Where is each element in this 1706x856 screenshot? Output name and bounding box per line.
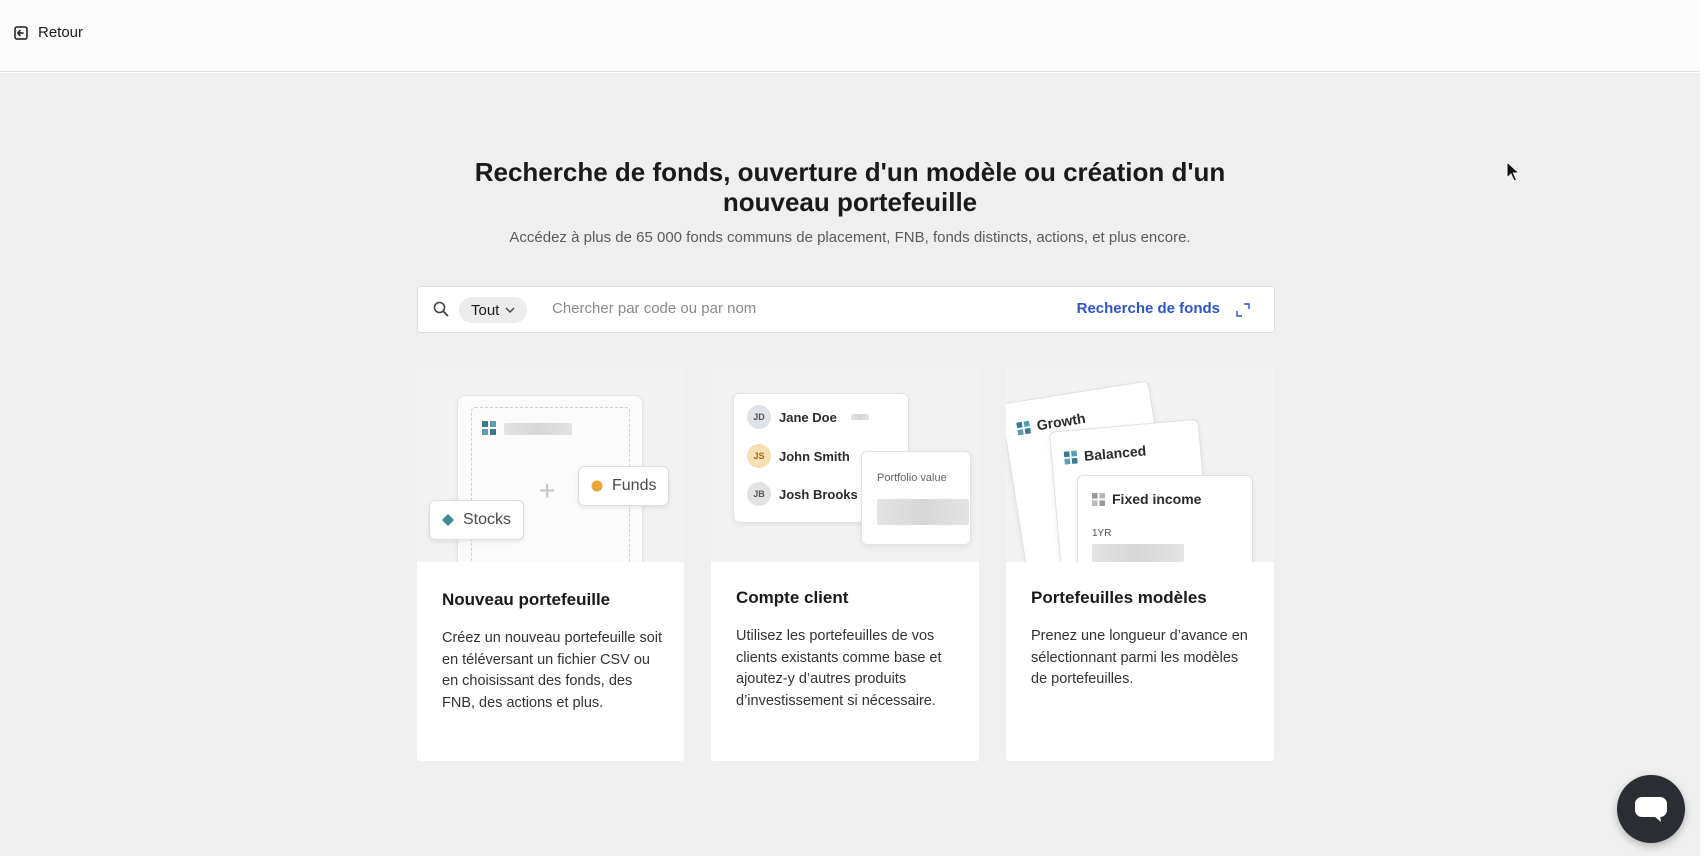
funds-pill: Funds <box>578 466 670 506</box>
back-button[interactable]: Retour <box>14 24 83 41</box>
model-label: Fixed income <box>1092 491 1201 507</box>
avatar: JB <box>747 482 771 506</box>
chat-button[interactable] <box>1617 775 1685 843</box>
chat-bubble-icon <box>1635 797 1667 822</box>
avatar: JS <box>747 444 771 468</box>
chevron-down-icon <box>505 307 515 313</box>
card-title: Nouveau portefeuille <box>442 590 611 609</box>
model-portfolios-illustration: Growth Balanced Fixed income 1YR <box>1006 369 1274 562</box>
search-bar: Tout Chercher par code ou par nom Recher… <box>417 286 1275 333</box>
period-label: 1YR <box>1092 528 1112 539</box>
client-account-card[interactable]: JD Jane Doe JS John Smith JB Josh Brooks… <box>711 369 979 761</box>
grid-icon <box>1016 420 1031 435</box>
model-portfolios-card[interactable]: Growth Balanced Fixed income 1YR Portefe… <box>1006 369 1274 761</box>
diamond-icon <box>442 514 454 526</box>
client-account-illustration: JD Jane Doe JS John Smith JB Josh Brooks… <box>711 369 979 562</box>
model-name: Balanced <box>1083 442 1147 464</box>
avatar: JD <box>747 405 771 429</box>
client-row: JB Josh Brooks <box>747 482 858 506</box>
search-scope-value: Tout <box>471 301 500 319</box>
client-name: Jane Doe <box>779 409 837 425</box>
portfolio-value-label: Portfolio value <box>877 472 947 484</box>
model-label: Balanced <box>1063 442 1147 465</box>
client-name: Josh Brooks <box>779 486 858 502</box>
stocks-label: Stocks <box>463 511 512 528</box>
placeholder-bar <box>877 499 969 525</box>
grid-icon <box>1063 450 1078 465</box>
expand-icon[interactable] <box>1236 303 1250 317</box>
window-edge <box>1700 0 1706 856</box>
page-title: Recherche de fonds, ouverture d'un modèl… <box>0 157 1700 217</box>
client-row: JS John Smith <box>747 444 850 468</box>
grid-icon <box>1092 492 1105 506</box>
client-name: John Smith <box>779 448 850 464</box>
plus-icon: + <box>539 475 556 506</box>
stocks-pill: Stocks <box>429 500 525 540</box>
funds-label: Funds <box>612 477 657 494</box>
circle-icon <box>591 480 603 492</box>
portfolio-value-card: Portfolio value <box>861 451 971 545</box>
page-title-line1: Recherche de fonds, ouverture d'un modèl… <box>474 157 1226 187</box>
fixed-income-sheet: Fixed income 1YR <box>1077 475 1253 562</box>
placeholder-bar <box>1092 544 1184 562</box>
new-portfolio-illustration: + Stocks Funds <box>417 369 684 562</box>
page-title-line2: nouveau portefeuille <box>722 187 978 217</box>
top-bar: Retour <box>0 0 1700 72</box>
card-title: Compte client <box>736 588 849 607</box>
client-row: JD Jane Doe <box>747 405 869 429</box>
back-icon <box>14 25 28 40</box>
model-name: Fixed income <box>1112 491 1202 507</box>
card-description: Utilisez les portefeuilles de vos client… <box>736 628 942 709</box>
grid-icon <box>482 421 496 435</box>
new-portfolio-card[interactable]: + Stocks Funds Nouveau portefeuille Crée… <box>417 369 684 761</box>
search-scope-dropdown[interactable]: Tout <box>459 297 528 323</box>
placeholder-bar <box>850 414 869 420</box>
search-icon <box>433 301 449 317</box>
page-subtitle: Accédez à plus de 65 000 fonds communs d… <box>509 229 1191 246</box>
card-title: Portefeuilles modèles <box>1031 588 1207 607</box>
card-description: Créez un nouveau portefeuille soit en té… <box>442 630 663 711</box>
fund-search-link[interactable]: Recherche de fonds <box>1077 300 1220 317</box>
back-label: Retour <box>38 24 84 41</box>
main-area: Recherche de fonds, ouverture d'un modèl… <box>0 73 1700 856</box>
search-input[interactable]: Chercher par code ou par nom <box>552 300 756 317</box>
placeholder-bar <box>504 423 572 435</box>
mouse-cursor-icon <box>1506 161 1520 182</box>
card-description: Prenez une longueur d’avance en sélectio… <box>1031 628 1248 687</box>
